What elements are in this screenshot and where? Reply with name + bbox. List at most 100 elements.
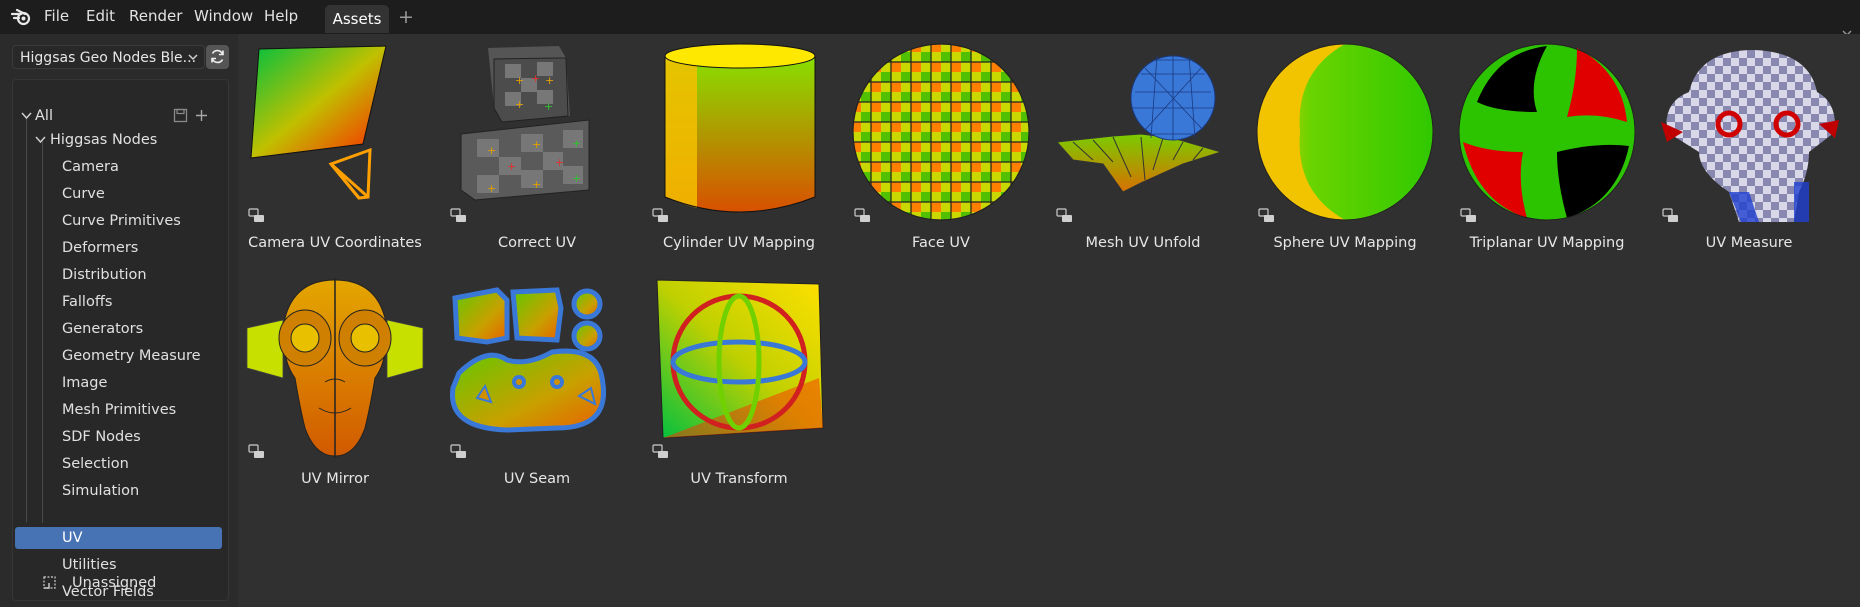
tree-item-curve-primitives[interactable]: Curve Primitives (62, 209, 222, 233)
asset-thumbnail (851, 42, 1031, 222)
save-icon[interactable] (173, 108, 188, 123)
tree-item-label: Higgsas Nodes (50, 132, 158, 148)
asset-card-face-uv[interactable]: Face UV (846, 37, 1036, 263)
catalog-tree: All Higgsas Nodes Camera Curve Curve Pri… (12, 79, 229, 601)
add-workspace-button[interactable]: + (398, 6, 414, 28)
tree-item-label: SDF Nodes (62, 429, 141, 445)
asset-label: Mesh UV Unfold (1085, 235, 1201, 251)
tree-item-label: Simulation (62, 483, 140, 499)
tree-item-simulation[interactable]: Simulation (62, 479, 222, 503)
svg-text:+: + (555, 156, 564, 169)
tree-item-generators[interactable]: Generators (62, 317, 222, 341)
asset-sidebar: Higgsas Geo Nodes Ble... All Higgsas Nod… (0, 34, 238, 607)
asset-card-sphere-uv-mapping[interactable]: Sphere UV Mapping (1250, 37, 1440, 263)
asset-thumbnail (447, 278, 627, 458)
asset-card-correct-uv[interactable]: + + + + + + + + + + + + + Correct UV (442, 37, 632, 263)
geometry-node-asset-icon (1662, 208, 1678, 222)
tree-item-uv[interactable]: UV (15, 527, 222, 549)
asset-library-select[interactable]: Higgsas Geo Nodes Ble... (12, 45, 205, 69)
svg-text:+: + (532, 138, 541, 151)
chevron-down-icon[interactable] (21, 112, 32, 120)
asset-card-uv-transform[interactable]: UV Transform (644, 273, 834, 499)
asset-thumbnail (1659, 42, 1839, 222)
geometry-node-asset-icon (1056, 208, 1072, 222)
tree-item-label: All (35, 108, 53, 124)
geometry-node-asset-icon (652, 208, 668, 222)
unassigned-icon (43, 576, 56, 589)
geometry-node-asset-icon (248, 208, 264, 222)
asset-browser-grid: Camera UV Coordinates + + + + + + + + + + + + + (238, 34, 1860, 607)
tree-item-falloffs[interactable]: Falloffs (62, 290, 222, 314)
tree-item-label: Selection (62, 456, 129, 472)
tree-item-label: Curve Primitives (62, 213, 181, 229)
blender-logo-icon[interactable] (11, 8, 33, 26)
chevron-down-icon[interactable] (35, 136, 46, 144)
menu-edit[interactable]: Edit (86, 7, 115, 25)
menu-window[interactable]: Window (194, 7, 253, 25)
menu-file[interactable]: File (44, 7, 69, 25)
tree-item-simulation-spacer (62, 506, 222, 530)
tree-item-label: Unassigned (72, 575, 157, 591)
tree-item-label: UV (62, 530, 83, 546)
svg-text:+: + (545, 74, 554, 87)
tree-item-curve[interactable]: Curve (62, 182, 222, 206)
asset-label: Correct UV (497, 235, 577, 251)
tree-item-camera[interactable]: Camera (62, 155, 222, 179)
tree-item-label: Image (62, 375, 108, 391)
geometry-node-asset-icon (1460, 208, 1476, 222)
menu-render[interactable]: Render (129, 7, 182, 25)
asset-thumbnail: + + + + + + + + + + + + + (447, 42, 627, 222)
asset-card-cylinder-uv-mapping[interactable]: Cylinder UV Mapping (644, 37, 834, 263)
tree-item-image[interactable]: Image (62, 371, 222, 395)
tree-item-label: Mesh Primitives (62, 402, 177, 418)
asset-library-value: Higgsas Geo Nodes Ble... (20, 50, 197, 66)
top-menubar: File Edit Render Window Help Assets + (0, 0, 1860, 36)
tree-item-label: Curve (62, 186, 105, 202)
asset-label: UV Measure (1705, 235, 1793, 251)
add-catalog-icon[interactable] (195, 109, 208, 122)
chevron-down-icon (188, 54, 198, 61)
svg-text:+: + (572, 172, 581, 185)
tree-item-all[interactable]: All (17, 104, 224, 128)
asset-card-mesh-uv-unfold[interactable]: Mesh UV Unfold (1048, 37, 1238, 263)
svg-text:+: + (532, 178, 541, 191)
geometry-node-asset-icon (248, 444, 264, 458)
asset-thumbnail (1457, 42, 1637, 222)
geometry-node-asset-icon (450, 444, 466, 458)
refresh-library-button[interactable] (206, 45, 229, 69)
asset-label: UV Mirror (301, 471, 369, 487)
svg-text:+: + (515, 74, 524, 87)
tree-item-label: Falloffs (62, 294, 113, 310)
tree-item-higgsas-nodes[interactable]: Higgsas Nodes (33, 128, 223, 152)
asset-card-camera-uv-coordinates[interactable]: Camera UV Coordinates (240, 37, 430, 263)
asset-card-uv-measure[interactable]: UV Measure (1654, 37, 1844, 263)
menu-help[interactable]: Help (264, 7, 298, 25)
asset-thumbnail (1053, 42, 1233, 222)
asset-label: UV Seam (503, 471, 571, 487)
asset-thumbnail (245, 42, 425, 222)
tree-item-mesh-primitives[interactable]: Mesh Primitives (62, 398, 222, 422)
tree-item-selection[interactable]: Selection (62, 452, 222, 476)
svg-text:+: + (531, 72, 540, 85)
tree-item-label: Distribution (62, 267, 147, 283)
refresh-icon (211, 49, 224, 64)
tree-item-unassigned[interactable]: Unassigned (40, 571, 230, 595)
svg-text:+: + (544, 100, 553, 113)
asset-card-uv-mirror[interactable]: UV Mirror (240, 273, 430, 499)
asset-thumbnail (1255, 42, 1435, 222)
asset-thumbnail (245, 278, 425, 458)
asset-label: Cylinder UV Mapping (662, 235, 816, 251)
asset-card-triplanar-uv-mapping[interactable]: Triplanar UV Mapping (1452, 37, 1642, 263)
asset-label: UV Transform (690, 471, 788, 487)
tree-item-deformers[interactable]: Deformers (62, 236, 222, 260)
svg-text:+: + (487, 144, 496, 157)
tree-item-geometry-measure[interactable]: Geometry Measure (62, 344, 222, 368)
tree-item-label: Camera (62, 159, 119, 175)
tree-item-sdf-nodes[interactable]: SDF Nodes (62, 425, 222, 449)
geometry-node-asset-icon (450, 208, 466, 222)
asset-thumbnail (649, 42, 829, 222)
tab-assets[interactable]: Assets (325, 5, 389, 33)
asset-card-uv-seam[interactable]: UV Seam (442, 273, 632, 499)
geometry-node-asset-icon (854, 208, 870, 222)
tree-item-distribution[interactable]: Distribution (62, 263, 222, 287)
